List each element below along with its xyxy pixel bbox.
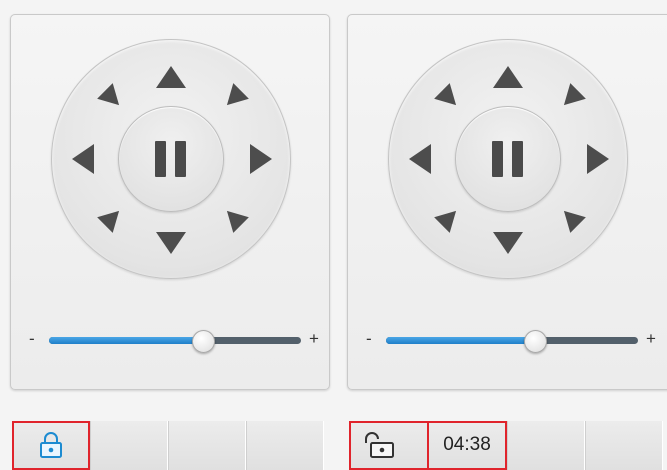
zoom-control: - + [23,328,323,354]
zoom-control: - + [360,328,660,354]
timer-text: 04:38 [443,434,491,455]
zoom-in-label[interactable]: + [646,330,656,348]
pan-right-arrow-icon[interactable] [250,144,272,174]
pan-right-arrow-icon[interactable] [587,144,609,174]
pause-button[interactable] [455,106,561,212]
toolbar-slot[interactable] [507,421,585,470]
pan-up-left-arrow-icon[interactable] [434,83,464,113]
zoom-out-label[interactable]: - [29,330,35,348]
zoom-slider-handle[interactable] [191,330,215,353]
pan-down-right-arrow-icon[interactable] [556,203,586,233]
zoom-slider-fill [386,337,535,344]
pause-icon [512,141,523,177]
pause-button[interactable] [118,106,224,212]
pan-up-arrow-icon[interactable] [156,66,186,88]
pan-left-arrow-icon[interactable] [409,144,431,174]
zoom-slider-fill [49,337,203,344]
zoom-in-label[interactable]: + [309,330,319,348]
lock-open-icon [365,432,394,458]
pan-up-right-arrow-icon[interactable] [219,83,249,113]
pause-icon [492,141,503,177]
ptz-panel-left: - + [10,14,330,390]
pan-down-left-arrow-icon[interactable] [97,203,127,233]
toolbar-right: 04:38 [349,421,663,470]
toolbar-slot[interactable] [246,421,324,470]
toolbar-slot[interactable] [90,421,168,470]
lock-closed-icon [40,432,62,458]
ptz-direction-pad [51,39,291,279]
timer-display: 04:38 [427,421,507,470]
pause-icon [155,141,166,177]
toolbar-left [12,421,324,470]
pan-down-left-arrow-icon[interactable] [434,203,464,233]
toolbar-slot[interactable] [168,421,246,470]
pan-left-arrow-icon[interactable] [72,144,94,174]
pause-icon [175,141,186,177]
lock-button[interactable] [12,421,90,470]
zoom-slider-track[interactable] [49,330,301,353]
zoom-slider-track[interactable] [386,330,638,353]
pan-up-arrow-icon[interactable] [493,66,523,88]
ptz-panel-right: - + [347,14,667,390]
zoom-slider-handle[interactable] [523,330,547,353]
pan-down-arrow-icon[interactable] [156,232,186,254]
zoom-out-label[interactable]: - [366,330,372,348]
pan-up-right-arrow-icon[interactable] [556,83,586,113]
pan-down-arrow-icon[interactable] [493,232,523,254]
pan-up-left-arrow-icon[interactable] [97,83,127,113]
unlock-button[interactable] [349,421,429,470]
ptz-direction-pad [388,39,628,279]
pan-down-right-arrow-icon[interactable] [219,203,249,233]
toolbar-slot[interactable] [585,421,663,470]
